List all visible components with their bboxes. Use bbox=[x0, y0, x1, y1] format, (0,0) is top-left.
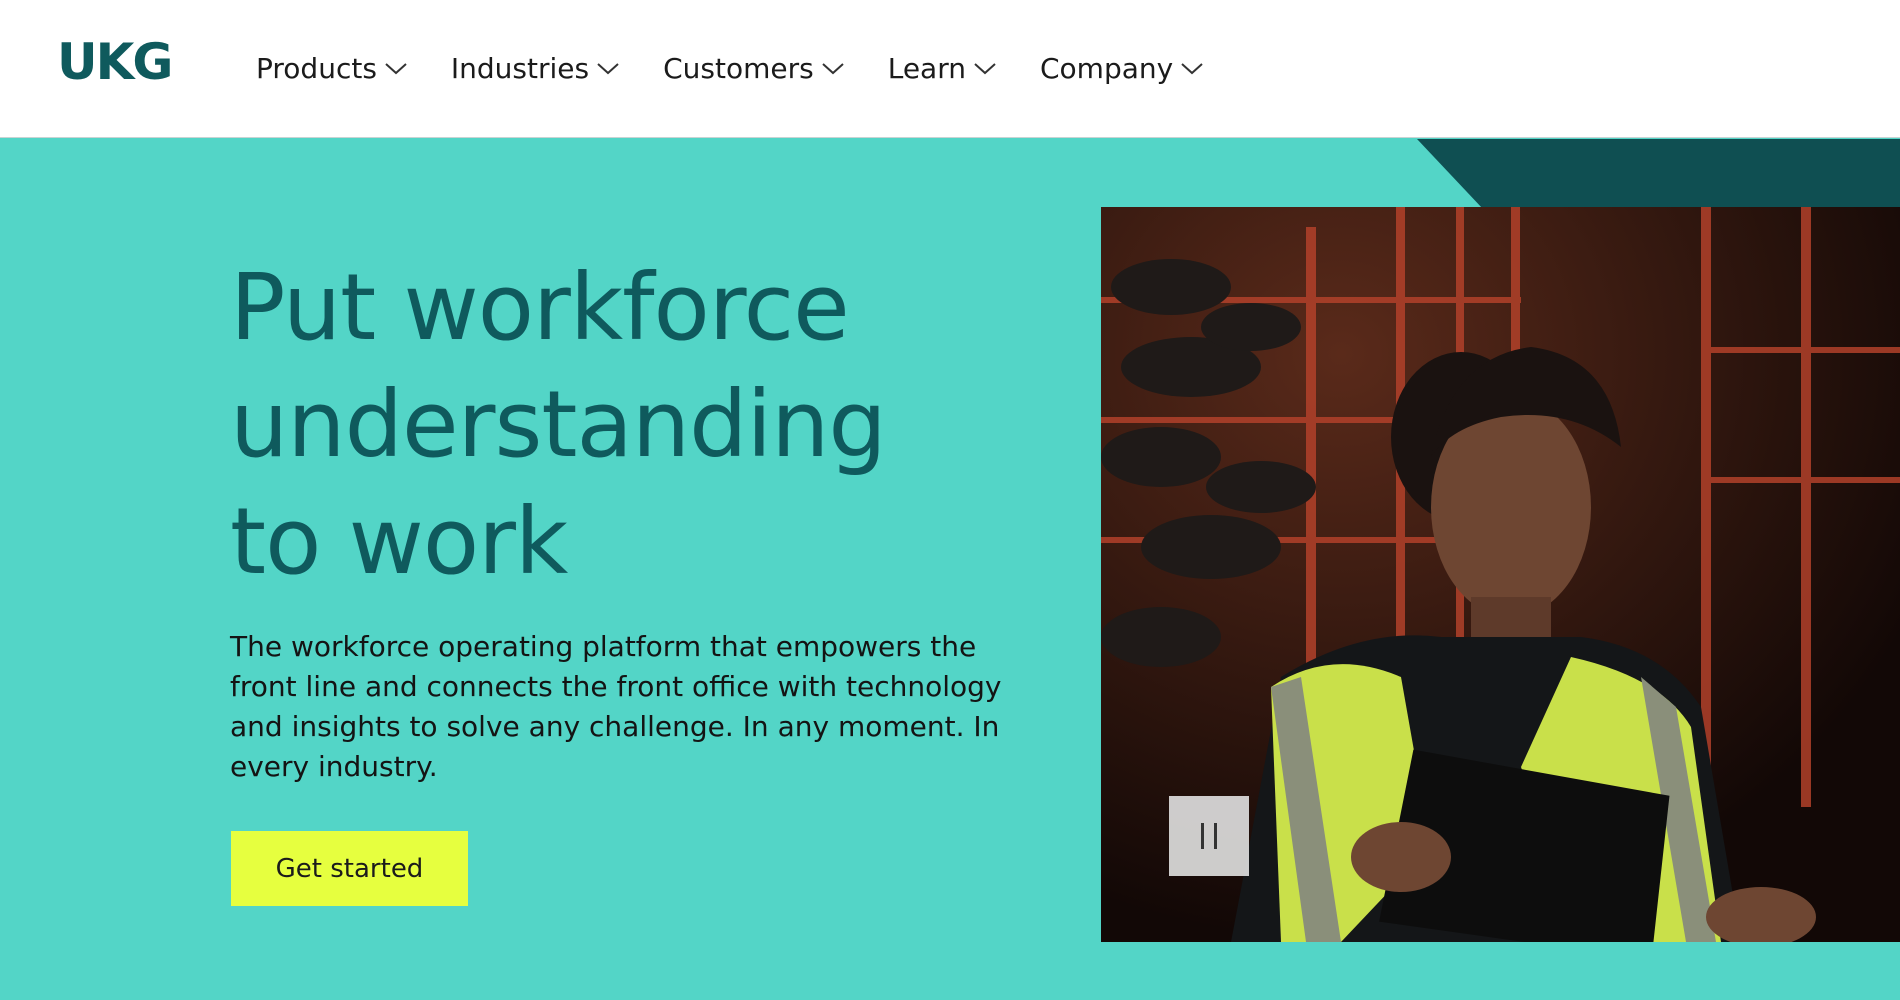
nav-item-label: Industries bbox=[450, 51, 590, 85]
hero-section: Put workforce understanding to work The … bbox=[0, 139, 1900, 1000]
nav-item-learn[interactable]: Learn bbox=[888, 48, 998, 88]
nav-item-products[interactable]: Products bbox=[256, 48, 409, 88]
nav-item-industries[interactable]: Industries bbox=[451, 48, 621, 88]
hero-subcopy: The workforce operating platform that em… bbox=[230, 630, 1002, 783]
chevron-down-icon bbox=[822, 63, 844, 75]
chevron-down-icon bbox=[385, 63, 407, 75]
hero-video[interactable] bbox=[1101, 207, 1900, 942]
nav-item-label: Company bbox=[1039, 51, 1174, 85]
main-nav: Products Industries Customers Learn Comp… bbox=[256, 48, 1247, 88]
chevron-down-icon bbox=[597, 63, 619, 75]
nav-item-label: Products bbox=[256, 51, 377, 85]
hero-headline: Put workforce understanding to work bbox=[230, 249, 930, 600]
decorative-band bbox=[1417, 139, 1900, 209]
logo-text: UKG bbox=[57, 33, 173, 91]
nav-item-company[interactable]: Company bbox=[1040, 48, 1205, 88]
chevron-down-icon bbox=[1181, 63, 1203, 75]
ukg-logo[interactable]: UKG bbox=[57, 33, 173, 91]
nav-item-customers[interactable]: Customers bbox=[663, 48, 846, 88]
pause-button[interactable] bbox=[1169, 796, 1249, 876]
pause-icon bbox=[1196, 823, 1222, 849]
nav-item-label: Learn bbox=[887, 51, 966, 85]
get-started-button[interactable]: Get started bbox=[231, 831, 468, 906]
chevron-down-icon bbox=[974, 63, 996, 75]
headline-line: to work bbox=[230, 488, 568, 595]
headline-line: understanding bbox=[230, 371, 887, 478]
nav-item-label: Customers bbox=[663, 51, 814, 85]
headline-line: Put workforce bbox=[230, 254, 850, 361]
site-header: UKG Products Industries Customers Learn … bbox=[0, 0, 1900, 138]
